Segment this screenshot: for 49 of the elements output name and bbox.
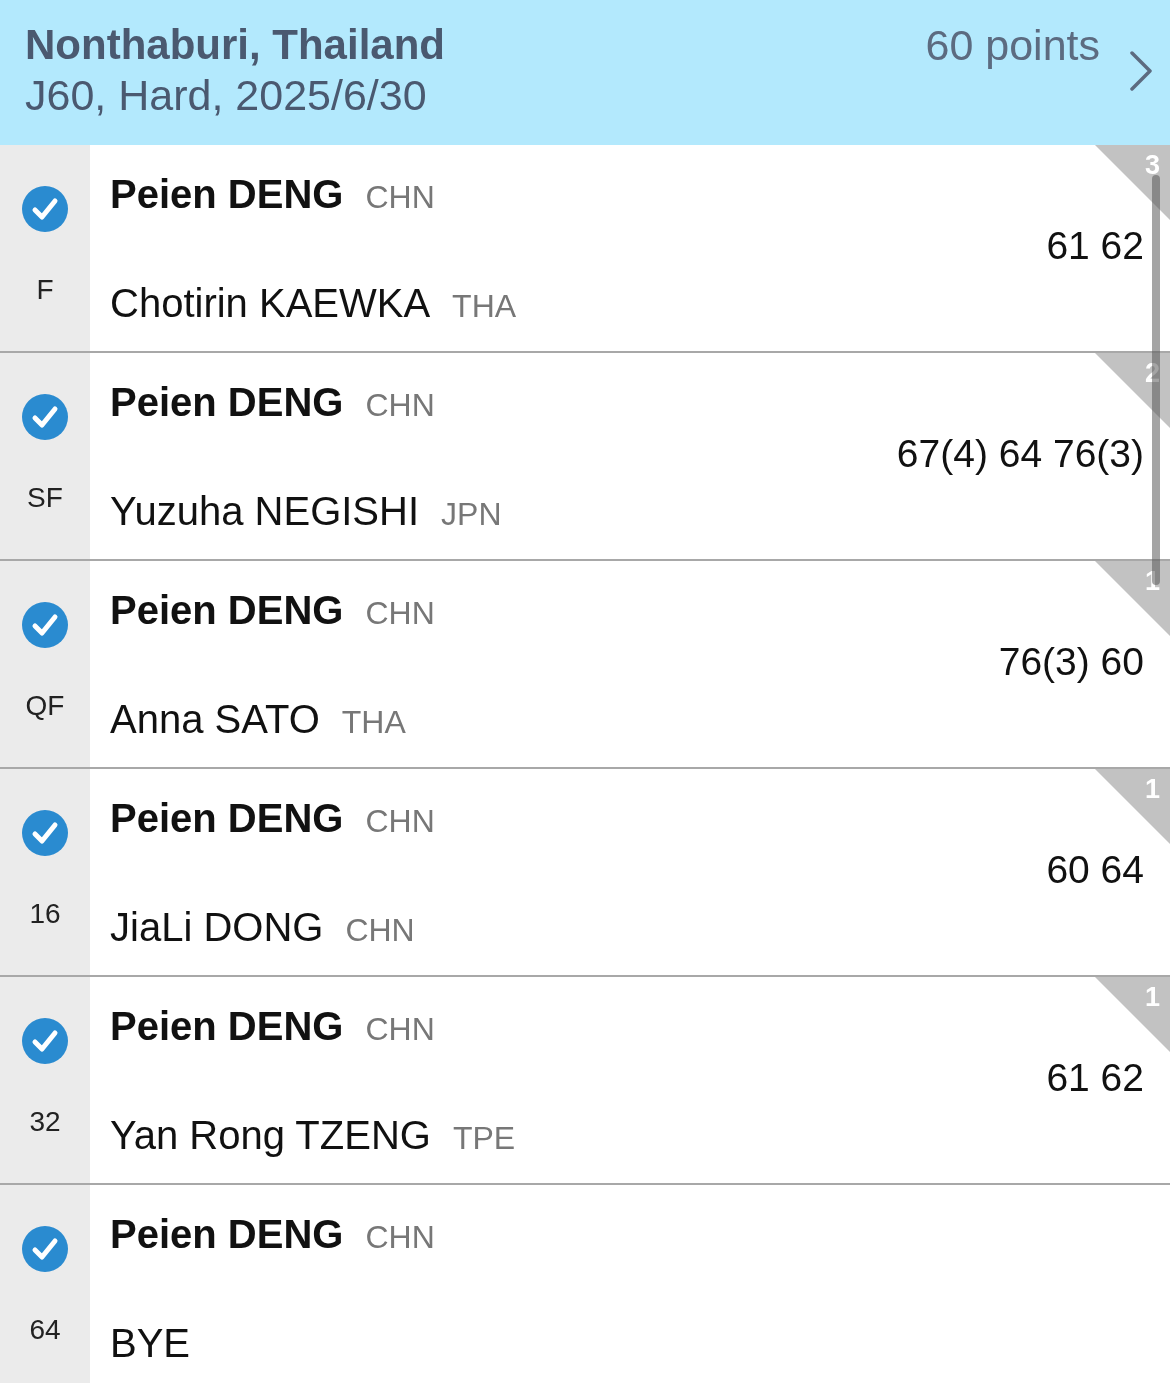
corner-number-badge: 1 — [1095, 561, 1170, 636]
player-name: Peien DENG — [110, 1003, 344, 1049]
corner-number-badge: 3 — [1095, 145, 1170, 220]
match-score: 61 62 — [1046, 1055, 1145, 1101]
country-code: CHN — [365, 386, 435, 425]
country-code: JPN — [441, 495, 502, 534]
match-row[interactable]: F Peien DENG CHN Chotirin KAEWKA THA 61 62 3 — [0, 145, 1170, 353]
corner-number-badge: 1 — [1095, 769, 1170, 844]
player-name: Peien DENG — [110, 587, 344, 633]
match-row[interactable]: 32 Peien DENG CHN Yan Rong TZENG TPE 61 62 1 — [0, 977, 1170, 1185]
player-name: Peien DENG — [110, 795, 344, 841]
country-code: CHN — [365, 802, 435, 841]
match-score: 60 64 — [1046, 847, 1145, 893]
corner-number-badge: 2 — [1095, 353, 1170, 428]
match-row[interactable]: SF Peien DENG CHN Yuzuha NEGISHI JPN 67(4) 64 76(3) 2 — [0, 353, 1170, 561]
match-row[interactable]: QF Peien DENG CHN Anna SATO THA 76(3) 60 1 — [0, 561, 1170, 769]
round-label: 32 — [29, 1106, 61, 1138]
points-label: 60 points — [925, 21, 1100, 69]
match-score: 67(4) 64 76(3) — [896, 431, 1145, 477]
country-code: CHN — [345, 911, 415, 950]
tournament-details: J60, Hard, 2025/6/30 — [25, 70, 428, 121]
chevron-right-icon — [1130, 51, 1152, 91]
round-label: 64 — [29, 1314, 61, 1346]
opponent-name: Chotirin KAEWKA — [110, 280, 431, 326]
tournament-title: Nonthaburi, Thailand — [25, 21, 445, 69]
country-code: THA — [452, 287, 517, 326]
round-label: F — [36, 274, 54, 306]
round-label: 16 — [29, 898, 61, 930]
match-score: 76(3) 60 — [998, 639, 1145, 685]
opponent-name: Yan Rong TZENG — [110, 1112, 431, 1158]
player-name: Peien DENG — [110, 1211, 344, 1257]
country-code: TPE — [452, 1119, 516, 1158]
corner-number-badge: 1 — [1095, 977, 1170, 1052]
country-code: CHN — [365, 1218, 435, 1257]
match-score: 61 62 — [1046, 223, 1145, 269]
country-code: CHN — [365, 178, 435, 217]
round-label: SF — [27, 482, 63, 514]
country-code: CHN — [365, 1010, 435, 1049]
opponent-name: Anna SATO — [110, 696, 320, 742]
opponent-name: Yuzuha NEGISHI — [110, 488, 420, 534]
country-code: CHN — [365, 594, 435, 633]
opponent-name: BYE — [110, 1320, 191, 1366]
match-row[interactable]: 16 Peien DENG CHN JiaLi DONG CHN 60 64 1 — [0, 769, 1170, 977]
country-code: THA — [341, 703, 406, 742]
player-name: Peien DENG — [110, 171, 344, 217]
opponent-name: JiaLi DONG — [110, 904, 324, 950]
tournament-header[interactable]: Nonthaburi, Thailand J60, Hard, 2025/6/30 60 points — [0, 0, 1170, 145]
player-name: Peien DENG — [110, 379, 344, 425]
round-label: QF — [25, 690, 65, 722]
